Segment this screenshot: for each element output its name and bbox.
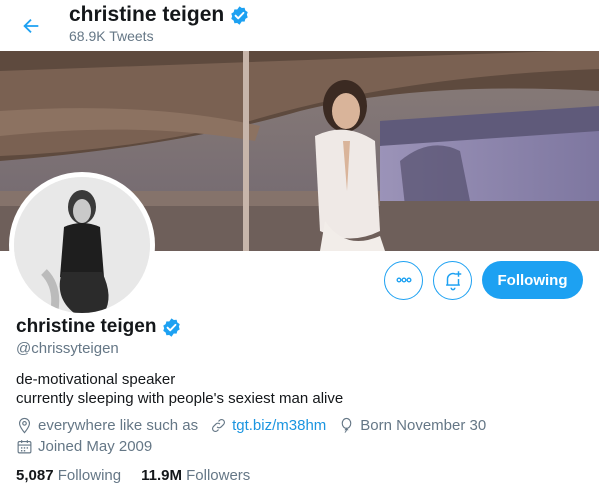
joined-item: Joined May 2009 [16, 438, 152, 455]
followers-label: Followers [186, 467, 251, 484]
ellipsis-icon [395, 277, 412, 283]
location-text: everywhere like such as [38, 417, 199, 434]
following-stat-link[interactable]: 5,087 Following [16, 467, 121, 484]
profile-bio: de-motivational speaker currently sleepi… [16, 370, 343, 408]
bio-line: currently sleeping with people's sexiest… [16, 390, 344, 407]
profile-avatar[interactable] [9, 172, 155, 318]
arrow-left-icon [23, 18, 39, 34]
calendar-icon [16, 438, 33, 455]
back-button[interactable] [14, 9, 48, 43]
profile-name: christine teigen [16, 316, 157, 337]
verified-badge-icon [231, 5, 248, 25]
profile-name-row: christine teigen [16, 316, 182, 338]
joined-text: Joined May 2009 [38, 438, 153, 455]
following-count: 5,087 [16, 467, 58, 484]
profile-handle: @chrissyteigen [16, 340, 119, 357]
followers-count: 11.9M [141, 467, 187, 484]
balloon-icon [338, 417, 355, 434]
profile-actions: Following [384, 260, 583, 300]
following-button[interactable]: Following [482, 261, 583, 299]
bio-line: de-motivational speaker [16, 371, 176, 388]
location-item: everywhere like such as [16, 417, 198, 434]
more-options-button[interactable] [384, 260, 423, 300]
notifications-button[interactable] [433, 260, 472, 300]
following-label: Following [57, 467, 122, 484]
profile-stats: 5,087 Following 11.9M Followers [16, 467, 270, 484]
bell-plus-icon [445, 271, 461, 291]
avatar-photo [14, 177, 150, 313]
profile-header-bar: christine teigen 68.9K Tweets [0, 0, 599, 51]
profile-meta-row: everywhere like such as tgt.biz/m38hm Bo… [16, 417, 498, 434]
header-name: christine teigen [69, 3, 225, 26]
link-icon [210, 417, 227, 434]
followers-stat-link[interactable]: 11.9M Followers [141, 467, 250, 484]
location-pin-icon [16, 417, 33, 434]
profile-meta-row: Joined May 2009 [16, 438, 164, 455]
verified-badge-icon [163, 317, 181, 337]
website-item: tgt.biz/m38hm [210, 417, 326, 434]
birthday-item: Born November 30 [338, 417, 486, 434]
website-link[interactable]: tgt.biz/m38hm [232, 417, 326, 434]
header-name-row: christine teigen [69, 3, 250, 27]
tweet-count: 68.9K Tweets [69, 28, 154, 44]
birthday-text: Born November 30 [360, 417, 487, 434]
